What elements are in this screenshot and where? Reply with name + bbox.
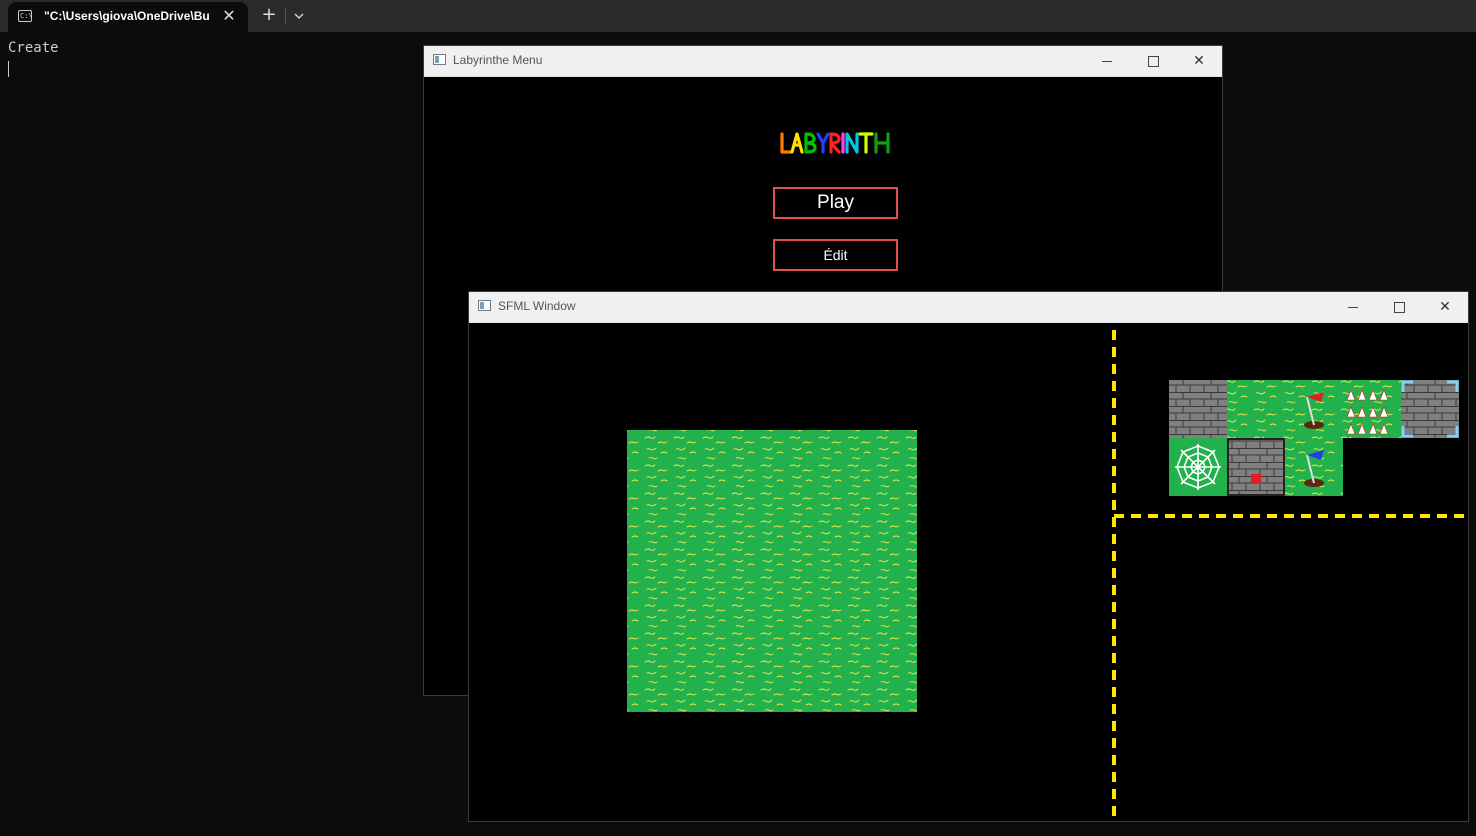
minimize-button[interactable]: [1330, 292, 1376, 322]
sfml-window-title: SFML Window: [498, 299, 576, 313]
grass-preview-tile[interactable]: [627, 430, 917, 712]
palette-tile-spider-web[interactable]: [1169, 438, 1227, 496]
minimize-icon: [1102, 60, 1112, 62]
play-button[interactable]: Play: [773, 187, 898, 219]
maximize-button[interactable]: [1376, 292, 1422, 322]
palette-tile-red-flag[interactable]: [1285, 380, 1343, 438]
palette-tile-blue-flag[interactable]: [1285, 438, 1343, 496]
terminal-tab-bar: C:\ "C:\Users\giova\OneDrive\Bu ✕ +: [0, 0, 1476, 32]
new-tab-button[interactable]: +: [258, 4, 280, 26]
terminal-icon: C:\: [18, 10, 33, 22]
labyrinth-logo: [780, 132, 890, 154]
maximize-icon: [1147, 55, 1159, 67]
menu-window-titlebar[interactable]: Labyrinthe Menu ✕: [424, 46, 1222, 77]
terminal-tab-title: "C:\Users\giova\OneDrive\Bu: [44, 9, 210, 23]
maximize-icon: [1393, 301, 1405, 313]
terminal-output: Create: [8, 40, 59, 56]
minimize-button[interactable]: [1084, 46, 1130, 76]
palette-tile-spikes[interactable]: [1343, 380, 1401, 438]
palette-tile-grass[interactable]: [1227, 380, 1285, 438]
palette-tile-wall[interactable]: [1169, 380, 1227, 438]
terminal-tab[interactable]: C:\ "C:\Users\giova\OneDrive\Bu ✕: [8, 2, 248, 32]
minimize-icon: [1348, 306, 1358, 308]
close-button[interactable]: ✕: [1422, 292, 1468, 322]
spider-web-icon: [1175, 444, 1221, 490]
close-button[interactable]: ✕: [1176, 46, 1222, 76]
tab-separator: [285, 8, 286, 24]
tab-dropdown-icon[interactable]: [290, 5, 308, 25]
editor-canvas[interactable]: [469, 322, 1468, 821]
sfml-editor-window[interactable]: SFML Window ✕: [468, 291, 1469, 822]
switch-button-icon: [1251, 474, 1261, 484]
maximize-button[interactable]: [1130, 46, 1176, 76]
app-window-icon: [433, 54, 446, 65]
palette-tile-wall-selected[interactable]: [1401, 380, 1459, 438]
menu-window-title: Labyrinthe Menu: [453, 53, 543, 67]
edit-button[interactable]: Édit: [773, 239, 898, 271]
sfml-window-titlebar[interactable]: SFML Window ✕: [469, 292, 1468, 323]
palette-tile-button-wall[interactable]: [1227, 438, 1285, 496]
terminal-cursor: [8, 61, 9, 77]
tab-close-icon[interactable]: ✕: [220, 7, 238, 25]
app-window-icon: [478, 300, 491, 311]
